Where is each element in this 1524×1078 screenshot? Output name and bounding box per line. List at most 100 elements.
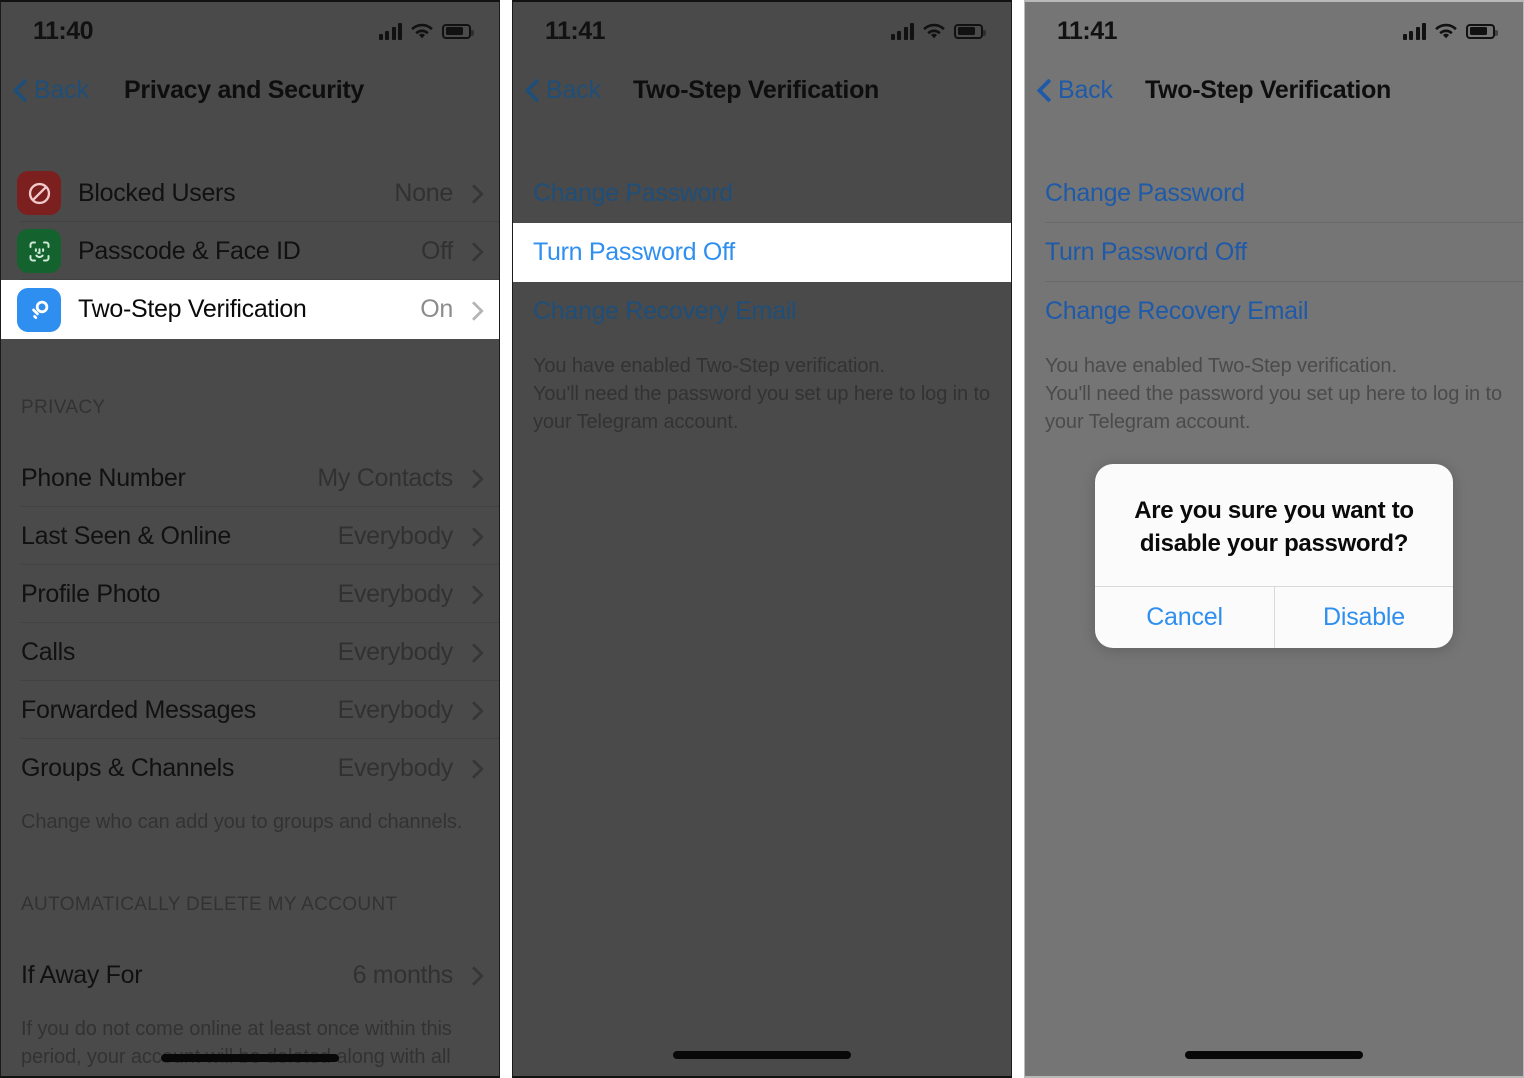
phone-panel-two-step-verification: 11:41 Back Two-Step Verification Change …	[512, 0, 1012, 1078]
list-item-label: Last Seen & Online	[21, 521, 232, 550]
screen-content: 11:41 Back Two-Step Verification Change …	[513, 2, 1011, 1076]
chevron-right-icon	[467, 584, 479, 604]
list-item-if-away-for[interactable]: If Away For 6 months	[1, 946, 499, 1004]
key-icon	[17, 287, 61, 332]
wifi-icon	[923, 23, 945, 40]
nav-bar: Back Privacy and Security	[1, 60, 499, 120]
phone-panel-privacy-and-security: 11:40 Back Privacy and Security Blocked …	[0, 0, 500, 1078]
nav-bar: Back Two-Step Verification	[1025, 60, 1523, 120]
back-button[interactable]: Back	[1025, 76, 1113, 105]
status-bar: 11:41	[1025, 2, 1523, 60]
status-clock: 11:40	[33, 16, 94, 45]
chevron-right-icon	[467, 700, 479, 720]
list-item-label: Calls	[21, 637, 76, 666]
list-item-value: None	[394, 178, 453, 207]
action-change-recovery-email[interactable]: Change Recovery Email	[1025, 282, 1523, 341]
back-button-label: Back	[34, 75, 89, 104]
back-button[interactable]: Back	[513, 76, 601, 105]
two-step-footnote: You have enabled Two-Step verification. …	[1045, 355, 1502, 433]
chevron-right-icon	[467, 183, 479, 203]
phone-panel-disable-password-alert: 11:41 Back Two-Step Verification Change …	[1024, 0, 1524, 1078]
section-header-auto-delete: AUTOMATICALLY DELETE MY ACCOUNT	[21, 894, 398, 915]
chevron-right-icon	[467, 965, 479, 985]
cellular-bars-icon	[378, 22, 402, 40]
home-indicator[interactable]	[673, 1051, 851, 1059]
action-label: Change Recovery Email	[533, 297, 797, 325]
action-change-password[interactable]: Change Password	[513, 164, 1011, 223]
list-item-label: Phone Number	[21, 463, 186, 492]
list-item-profile-photo[interactable]: Profile Photo Everybody	[1, 565, 499, 623]
section-header-privacy: PRIVACY	[21, 397, 106, 418]
action-label: Turn Password Off	[1045, 238, 1247, 266]
action-label: Turn Password Off	[533, 238, 735, 266]
home-indicator[interactable]	[161, 1054, 339, 1062]
action-change-password[interactable]: Change Password	[1025, 164, 1523, 223]
list-item-label: Groups & Channels	[21, 753, 235, 782]
battery-icon	[442, 23, 474, 39]
chevron-left-icon	[14, 79, 27, 101]
action-label: Change Password	[1045, 179, 1245, 207]
status-clock: 11:41	[1057, 16, 1118, 45]
list-item-phone-number[interactable]: Phone Number My Contacts	[1, 449, 499, 507]
wifi-icon	[411, 23, 433, 40]
list-item-value: On	[420, 295, 453, 323]
chevron-right-icon	[467, 468, 479, 488]
status-bar: 11:41	[513, 2, 1011, 60]
cancel-button[interactable]: Cancel	[1095, 587, 1274, 648]
list-item-blocked-users[interactable]: Blocked Users None	[1, 164, 499, 222]
action-turn-password-off[interactable]: Turn Password Off	[1025, 223, 1523, 282]
three-panel-screenshot: 11:40 Back Privacy and Security Blocked …	[0, 0, 1524, 1078]
screen-content: 11:40 Back Privacy and Security Blocked …	[1, 2, 499, 1076]
list-item-label: If Away For	[21, 960, 143, 989]
alert-actions: Cancel Disable	[1095, 586, 1453, 648]
action-turn-password-off[interactable]: Turn Password Off	[513, 223, 1011, 282]
list-item-forwarded-messages[interactable]: Forwarded Messages Everybody	[1, 681, 499, 739]
list-item-label: Two-Step Verification	[78, 295, 307, 323]
back-button[interactable]: Back	[1, 76, 89, 105]
status-bar: 11:40	[1, 2, 499, 60]
status-clock: 11:41	[545, 16, 606, 45]
alert-body: Are you sure you want to disable your pa…	[1095, 464, 1453, 586]
list-item-value: Everybody	[337, 753, 454, 782]
chevron-right-icon	[467, 241, 479, 261]
chevron-right-icon	[467, 758, 479, 778]
action-label: Change Password	[533, 179, 733, 207]
disable-password-alert: Are you sure you want to disable your pa…	[1095, 464, 1453, 648]
list-item-calls[interactable]: Calls Everybody	[1, 623, 499, 681]
list-item-value: Everybody	[337, 695, 454, 724]
disable-button[interactable]: Disable	[1274, 587, 1453, 648]
action-label: Change Recovery Email	[1045, 297, 1309, 325]
list-item-last-seen-online[interactable]: Last Seen & Online Everybody	[1, 507, 499, 565]
action-change-recovery-email[interactable]: Change Recovery Email	[513, 282, 1011, 341]
wifi-icon	[1435, 23, 1457, 40]
nav-bar: Back Two-Step Verification	[513, 60, 1011, 120]
face-id-icon	[17, 229, 61, 273]
chevron-right-icon	[467, 526, 479, 546]
privacy-footnote: Change who can add you to groups and cha…	[21, 811, 463, 833]
back-button-label: Back	[546, 75, 601, 104]
list-item-label: Profile Photo	[21, 579, 161, 608]
status-indicators	[890, 22, 986, 40]
home-indicator[interactable]	[1185, 1051, 1363, 1059]
back-button-label: Back	[1058, 75, 1113, 104]
list-item-value: Everybody	[337, 579, 454, 608]
chevron-left-icon	[1038, 79, 1051, 101]
list-item-groups-channels[interactable]: Groups & Channels Everybody	[1, 739, 499, 797]
list-item-value: Everybody	[337, 637, 454, 666]
list-item-two-step-verification[interactable]: Two-Step Verification On	[1, 280, 499, 339]
cellular-bars-icon	[1402, 22, 1426, 40]
list-item-label: Blocked Users	[78, 178, 236, 207]
block-icon	[17, 171, 61, 215]
status-indicators	[378, 22, 474, 40]
chevron-right-icon	[467, 642, 479, 662]
alert-title: Are you sure you want to disable your pa…	[1134, 497, 1414, 557]
list-item-passcode-face-id[interactable]: Passcode & Face ID Off	[1, 222, 499, 280]
two-step-footnote: You have enabled Two-Step verification. …	[533, 355, 990, 433]
chevron-right-icon	[467, 300, 479, 320]
